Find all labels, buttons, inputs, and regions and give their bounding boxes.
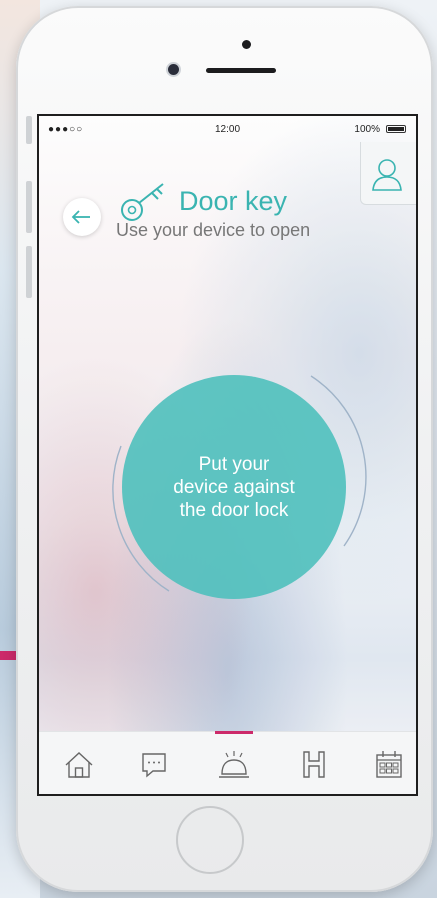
- page-subtitle: Use your device to open: [116, 220, 311, 240]
- status-time: 12:00: [215, 124, 241, 135]
- battery-icon: [386, 125, 406, 133]
- status-bar: ●●●○○ 12:00 100%: [39, 116, 416, 142]
- nfc-tap-target[interactable]: Put your device against the door lock: [122, 375, 346, 599]
- home-button[interactable]: [176, 806, 244, 874]
- nfc-instruction-text: Put your device against the door lock: [173, 453, 295, 521]
- profile-button[interactable]: [360, 142, 416, 205]
- bell-icon: [219, 751, 249, 778]
- arrow-left-icon: [71, 210, 90, 224]
- volume-down-button: [26, 246, 32, 298]
- bottom-tab-bar: [39, 731, 416, 794]
- active-tab-indicator: [215, 731, 253, 734]
- calendar-icon: [376, 751, 402, 778]
- tab-reception[interactable]: [214, 744, 254, 784]
- tab-chat[interactable]: [134, 744, 174, 784]
- tab-hotel[interactable]: [294, 744, 334, 784]
- earpiece-speaker: [206, 68, 276, 73]
- tab-home[interactable]: [59, 744, 99, 784]
- chat-icon: [142, 753, 166, 778]
- proximity-sensor: [242, 40, 251, 49]
- front-camera: [168, 64, 179, 75]
- volume-up-button: [26, 181, 32, 233]
- user-icon: [372, 159, 402, 191]
- battery-percent: 100%: [354, 124, 380, 135]
- signal-indicator: ●●●○○: [48, 124, 84, 135]
- mute-switch: [26, 116, 32, 144]
- home-icon: [65, 752, 93, 778]
- back-button[interactable]: [63, 198, 101, 236]
- app-screen: ●●●○○ 12:00 100% Door key Use your devic…: [37, 114, 418, 796]
- tab-calendar[interactable]: [369, 744, 409, 784]
- hotel-icon: [303, 751, 325, 778]
- page-title: Door key: [179, 186, 288, 216]
